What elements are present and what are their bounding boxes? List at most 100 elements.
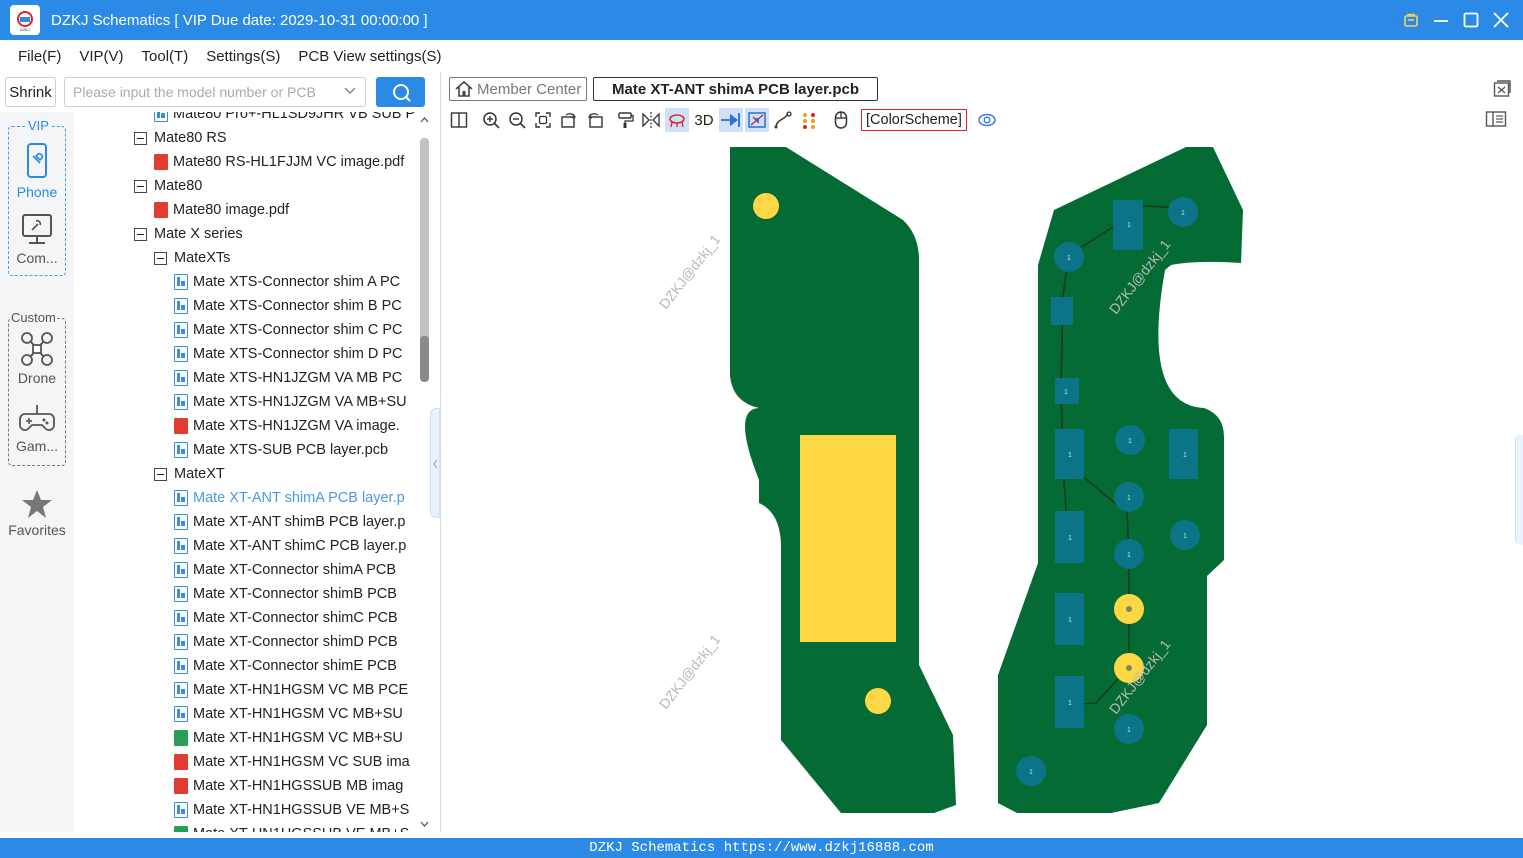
scroll-up-icon[interactable] (418, 114, 431, 126)
tree-file[interactable]: Mate XTS-Connector shim D PC (174, 342, 403, 366)
layer-select-icon[interactable] (745, 108, 769, 132)
fit-view-icon[interactable] (531, 108, 555, 132)
tree-file[interactable]: Mate XTS-SUB PCB layer.pcb (174, 438, 388, 462)
trace-route-icon[interactable] (771, 108, 795, 132)
chevron-down-icon[interactable] (343, 84, 357, 101)
tree-file[interactable]: Mate XT-HN1HGSM VC MB PCE (174, 678, 408, 702)
split-view-icon[interactable] (447, 108, 471, 132)
zoom-out-icon[interactable] (505, 108, 529, 132)
tree-file[interactable]: Mate XT-Connector shimC PCB (174, 606, 398, 630)
tree-file[interactable]: Mate XT-HN1HGSM VC MB+SU (174, 726, 403, 750)
rotate-right-icon[interactable] (583, 108, 607, 132)
pdf-file-icon (174, 418, 188, 434)
collapse-toggle-icon[interactable] (134, 227, 147, 241)
tree-file[interactable]: Mate XT-ANT shimB PCB layer.p (174, 510, 405, 534)
svg-text:DZKJ: DZKJ (20, 27, 30, 32)
mouse-mode-icon[interactable] (829, 108, 853, 132)
nav-computer[interactable]: Com... (7, 212, 67, 266)
menu-tool[interactable]: Tool(T) (134, 48, 197, 65)
tree-file[interactable]: Mate XT-Connector shimD PCB (174, 630, 398, 654)
tree-folder[interactable]: MateXT (154, 462, 225, 486)
gold-mounting-hole (865, 688, 891, 714)
image-file-icon (174, 826, 188, 832)
tree-file[interactable]: Mate XT-Connector shimB PCB (174, 582, 397, 606)
pad-label: 1 (1127, 552, 1131, 559)
tree-file[interactable]: Mate XT-Connector shimE PCB (174, 654, 397, 678)
tree-file[interactable]: Mate XTS-HN1JZGM VA MB+SU (174, 390, 407, 414)
maximize-icon[interactable] (1463, 12, 1479, 28)
tree-file[interactable]: Mate XT-HN1HGSSUB MB imag (174, 774, 403, 798)
component-dots-icon[interactable] (797, 108, 821, 132)
nav-drone[interactable]: Drone (7, 330, 67, 386)
shrink-button[interactable]: Shrink (5, 77, 56, 107)
menu-settings[interactable]: Settings(S) (198, 48, 288, 65)
nav-favorites[interactable]: Favorites (7, 488, 67, 538)
pcb-canvas[interactable]: 1 1 1 1 1 1 1 1 1 1 1 1 1 1 1 DZKJ@dzkj_1 DZKJ@dzkj_1 DZK… (441, 135, 1523, 835)
menu-file[interactable]: File(F) (10, 48, 69, 65)
tree-file[interactable]: Mate XTS-HN1JZGM VA image. (174, 414, 400, 438)
collapse-toggle-icon[interactable] (134, 131, 147, 145)
close-icon[interactable] (1493, 12, 1509, 28)
tree-file[interactable]: Mate XTS-Connector shim B PC (174, 294, 402, 318)
window-title: DZKJ Schematics [ VIP Due date: 2029-10-… (51, 11, 428, 29)
highlight-net-icon[interactable] (665, 108, 689, 132)
tree-folder[interactable]: Mate80 (134, 174, 202, 198)
search-row: Shrink (0, 72, 440, 112)
tab-active-pcb[interactable]: Mate XT-ANT shimA PCB layer.pcb (593, 77, 878, 101)
search-input[interactable] (73, 78, 333, 106)
tab-member-center[interactable]: Member Center (449, 77, 587, 101)
collapse-sidebar-handle[interactable] (430, 408, 440, 518)
pcb-drawing[interactable]: 11111 1111111111DZKJ@dzkj_1 DZKJ@dzkj_1DZK… (441, 135, 1523, 835)
nav-gaming[interactable]: Gam... (7, 402, 67, 454)
zoom-in-icon[interactable] (479, 108, 503, 132)
collapse-toggle-icon[interactable] (154, 467, 167, 481)
star-icon (22, 490, 52, 518)
tree-file[interactable]: Mate XT-HN1HGSSUB VE MB+S (174, 798, 409, 822)
tree-folder[interactable]: Mate X series (134, 222, 243, 246)
tree-file[interactable]: Mate80 image.pdf (154, 198, 289, 222)
tree-item-label: Mate XTS-HN1JZGM VA MB PC (193, 370, 403, 386)
tree-folder[interactable]: MateXTs (154, 246, 230, 270)
color-scheme-button[interactable]: [ColorScheme] (861, 109, 967, 131)
tree-file[interactable]: Mate XT-Connector shimA PCB (174, 558, 396, 582)
menu-pcb-view-settings[interactable]: PCB View settings(S) (290, 48, 449, 65)
side-panel-toggle-icon[interactable] (1485, 110, 1507, 131)
minimize-icon[interactable] (1433, 12, 1449, 28)
right-panel-handle[interactable] (1515, 435, 1523, 545)
tree-file[interactable]: Mate XT-HN1HGSM VC MB+SU (174, 702, 403, 726)
view-3d-button[interactable]: 3D (691, 108, 717, 132)
tree-item-label: Mate80 image.pdf (173, 202, 290, 218)
nav-phone[interactable]: Phone (7, 142, 67, 200)
notification-bag-icon[interactable] (1403, 12, 1419, 28)
tree-file[interactable]: Mate XT-HN1HGSM VC SUB ima (174, 750, 410, 774)
scroll-down-icon[interactable] (418, 818, 431, 830)
tree-item-label: Mate XT-HN1HGSM VC MB+SU (193, 706, 403, 722)
tree-file[interactable]: Mate XTS-Connector shim C PC (174, 318, 403, 342)
pcb-file-icon (174, 538, 188, 554)
pad-label: 1 (1127, 495, 1131, 502)
format-painter-icon[interactable] (613, 108, 637, 132)
tree-folder[interactable]: Mate80 RS (134, 126, 227, 150)
tree-file[interactable]: Mate XTS-HN1JZGM VA MB PC (174, 366, 402, 390)
eye-icon[interactable] (975, 108, 999, 132)
menu-vip[interactable]: VIP(V) (71, 48, 131, 65)
tree-file[interactable]: Mate XT-ANT shimA PCB layer.p (174, 486, 405, 510)
tree-file[interactable]: Mate XT-ANT shimC PCB layer.p (174, 534, 406, 558)
pad-label: 1 (1064, 389, 1068, 396)
mirror-icon[interactable] (639, 108, 663, 132)
pad-label: 1 (1068, 452, 1072, 459)
tree-item-label: Mate XTS-SUB PCB layer.pcb (193, 442, 389, 458)
via-hole (1126, 606, 1132, 612)
tree-file[interactable]: Mate XT-HN1HGSSUB VE MB+S (174, 822, 409, 832)
close-all-tabs-icon[interactable] (1493, 80, 1511, 101)
tree-file[interactable]: Mate80 RS-HL1FJJM VC image.pdf (154, 150, 404, 174)
via-hole (1126, 665, 1132, 671)
scrollbar-thumb[interactable] (420, 336, 429, 382)
search-button[interactable] (376, 77, 425, 107)
rotate-left-icon[interactable] (557, 108, 581, 132)
tree-file[interactable]: Mate XTS-Connector shim A PC (174, 270, 400, 294)
collapse-toggle-icon[interactable] (134, 179, 147, 193)
pin-mode-icon[interactable] (719, 108, 743, 132)
collapse-toggle-icon[interactable] (154, 251, 167, 265)
tree-file[interactable]: Mate80 Pro+-HL1SD9JHR VB SUB P (154, 112, 415, 126)
